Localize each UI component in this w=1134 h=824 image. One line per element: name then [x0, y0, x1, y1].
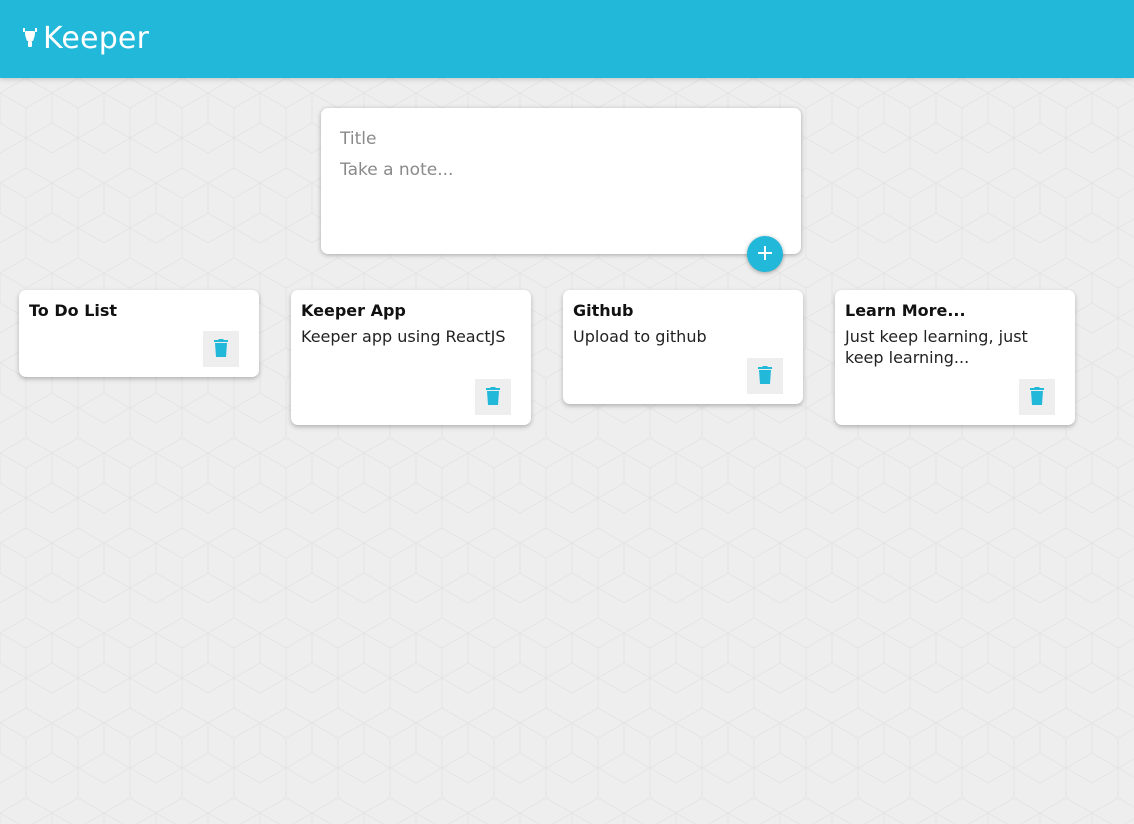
trash-icon: [758, 365, 772, 387]
trash-icon: [214, 338, 228, 360]
lightbulb-icon: [22, 28, 38, 50]
note-title: Learn More...: [845, 301, 966, 320]
note-content-input[interactable]: [340, 159, 780, 219]
app-logo: Keeper: [22, 22, 149, 56]
app-title: Keeper: [43, 21, 150, 56]
delete-note-button[interactable]: [747, 358, 783, 394]
plus-icon: [757, 245, 773, 264]
delete-note-button[interactable]: [1019, 379, 1055, 415]
note-title-input[interactable]: [340, 127, 780, 151]
note-card: Keeper App Keeper app using ReactJS: [291, 290, 531, 425]
note-card: Github Upload to github: [563, 290, 803, 404]
note-title: To Do List: [29, 301, 118, 320]
trash-icon: [486, 386, 500, 408]
add-note-button[interactable]: [747, 236, 783, 272]
note-title: Github: [573, 301, 634, 320]
app-header: Keeper: [0, 0, 1134, 78]
note-content: Keeper app using ReactJS: [301, 327, 506, 346]
note-content: Just keep learning, just keep learning..…: [845, 327, 1033, 367]
note-card: Learn More... Just keep learning, just k…: [835, 290, 1075, 425]
note-card: To Do List: [19, 290, 259, 377]
trash-icon: [1030, 386, 1044, 408]
note-content: Upload to github: [573, 327, 707, 346]
note-title: Keeper App: [301, 301, 406, 320]
delete-note-button[interactable]: [475, 379, 511, 415]
create-note-form: [321, 108, 801, 272]
delete-note-button[interactable]: [203, 331, 239, 367]
